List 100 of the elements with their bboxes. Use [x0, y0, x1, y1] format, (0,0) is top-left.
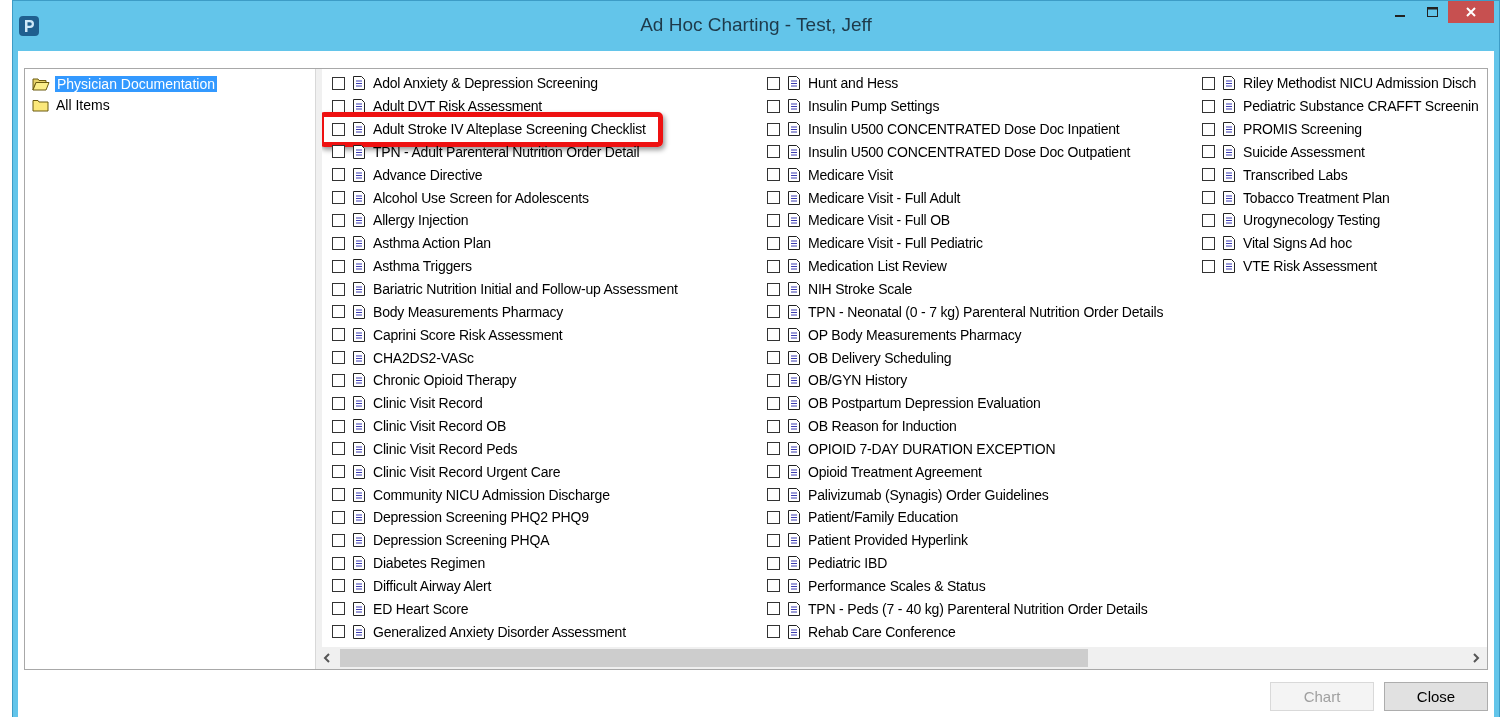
checkbox[interactable] — [332, 556, 345, 570]
form-name[interactable]: Body Measurements Pharmacy — [373, 303, 564, 320]
checkbox[interactable] — [1202, 122, 1215, 136]
checkbox[interactable] — [332, 602, 345, 616]
form-name[interactable]: OB Reason for Induction — [808, 418, 957, 435]
scroll-left-icon[interactable] — [323, 653, 331, 663]
form-name[interactable]: Allergy Injection — [373, 212, 469, 229]
form-name[interactable]: Alcohol Use Screen for Adolescents — [373, 189, 589, 206]
form-name[interactable]: Advance Directive — [373, 166, 483, 183]
form-name[interactable]: OP Body Measurements Pharmacy — [808, 326, 1022, 343]
dialog-button[interactable]: Close — [1384, 682, 1488, 711]
form-name[interactable]: OB Delivery Scheduling — [808, 349, 952, 366]
form-name[interactable]: Clinic Visit Record — [373, 395, 483, 412]
checkbox[interactable] — [332, 533, 345, 547]
form-name[interactable]: TPN - Neonatal (0 - 7 kg) Parenteral Nutrition Order Details — [808, 303, 1164, 320]
checkbox[interactable] — [332, 396, 345, 410]
checkbox[interactable] — [1202, 236, 1215, 250]
form-name[interactable]: OB/GYN History — [808, 372, 908, 389]
form-name[interactable]: Asthma Triggers — [373, 258, 472, 275]
form-name[interactable]: Suicide Assessment — [1243, 143, 1365, 160]
form-name[interactable]: Adult Stroke IV Alteplase Screening Checklist — [373, 121, 646, 138]
form-name[interactable]: Transcribed Labs — [1243, 166, 1348, 183]
checkbox[interactable] — [332, 145, 345, 159]
checkbox[interactable] — [332, 214, 345, 227]
form-name[interactable]: Clinic Visit Record OB — [373, 418, 507, 435]
form-name[interactable]: Adult DVT Risk Assessment — [373, 98, 543, 115]
checkbox[interactable] — [767, 465, 780, 479]
form-name[interactable]: TPN - Peds (7 - 40 kg) Parenteral Nutrition Order Details — [808, 600, 1148, 617]
checkbox[interactable] — [332, 442, 345, 456]
close-button[interactable] — [1448, 1, 1494, 23]
form-name[interactable]: Patient/Family Education — [808, 509, 959, 526]
checkbox[interactable] — [767, 191, 780, 205]
checkbox[interactable] — [767, 556, 780, 570]
checkbox[interactable] — [1202, 168, 1215, 182]
form-name[interactable]: Bariatric Nutrition Initial and Follow-up Assessment — [373, 281, 678, 297]
checkbox[interactable] — [332, 579, 345, 593]
form-name[interactable]: Diabetes Regimen — [373, 555, 485, 572]
form-name[interactable]: Caprini Score Risk Assessment — [373, 326, 563, 343]
form-name[interactable]: Asthma Action Plan — [373, 235, 491, 252]
form-name[interactable]: Palivizumab (Synagis) Order Guidelines — [808, 486, 1049, 503]
form-name[interactable]: Vital Signs Ad hoc — [1243, 235, 1352, 252]
form-name[interactable]: Chronic Opioid Therapy — [373, 372, 517, 389]
form-name[interactable]: Insulin U500 CONCENTRATED Dose Doc Inpatient — [808, 121, 1120, 138]
form-name[interactable]: Insulin U500 CONCENTRATED Dose Doc Outpatient — [808, 143, 1131, 160]
checkbox[interactable] — [332, 419, 345, 433]
form-name[interactable]: Medication List Review — [808, 258, 947, 275]
form-name[interactable]: CHA2DS2-VASc — [373, 349, 474, 366]
scroll-right-icon[interactable] — [1472, 653, 1480, 663]
form-name[interactable]: Adol Anxiety & Depression Screening — [373, 75, 598, 92]
checkbox[interactable] — [332, 99, 345, 113]
checkbox[interactable] — [332, 259, 345, 273]
checkbox[interactable] — [332, 191, 345, 205]
checkbox[interactable] — [332, 625, 345, 639]
checkbox[interactable] — [332, 510, 345, 524]
checkbox[interactable] — [332, 76, 345, 90]
checkbox[interactable] — [767, 419, 780, 433]
form-name[interactable]: Riley Methodist NICU Admission Disch — [1243, 75, 1477, 92]
checkbox[interactable] — [767, 533, 780, 547]
checkbox[interactable] — [767, 259, 780, 273]
form-name[interactable]: Rehab Care Conference — [808, 623, 956, 640]
form-name[interactable]: Medicare Visit — [808, 166, 893, 183]
checkbox[interactable] — [1202, 259, 1215, 273]
checkbox[interactable] — [767, 305, 780, 319]
form-name[interactable]: Patient Provided Hyperlink — [808, 532, 968, 549]
checkbox[interactable] — [332, 465, 345, 479]
checkbox[interactable] — [767, 282, 780, 296]
checkbox[interactable] — [767, 602, 780, 616]
checkbox[interactable] — [767, 214, 780, 227]
form-name[interactable]: Pediatric Substance CRAFFT Screenin — [1243, 98, 1479, 115]
form-name[interactable]: Clinic Visit Record Urgent Care — [373, 463, 561, 480]
checkbox[interactable] — [1202, 99, 1215, 113]
checkbox[interactable] — [332, 328, 345, 342]
checkbox[interactable] — [767, 99, 780, 113]
form-name[interactable]: Community NICU Admission Discharge — [373, 486, 610, 503]
checkbox[interactable] — [1202, 76, 1215, 90]
checkbox[interactable] — [1202, 191, 1215, 205]
form-name[interactable]: ED Heart Score — [373, 600, 469, 617]
checkbox[interactable] — [767, 145, 780, 159]
checkbox[interactable] — [767, 168, 780, 182]
form-name[interactable]: Pediatric IBD — [808, 555, 888, 572]
checkbox[interactable] — [332, 488, 345, 502]
checkbox[interactable] — [767, 76, 780, 90]
form-name[interactable]: VTE Risk Assessment — [1243, 258, 1377, 275]
form-name[interactable]: OPIOID 7-DAY DURATION EXCEPTION — [808, 440, 1056, 457]
form-name[interactable]: Insulin Pump Settings — [808, 98, 940, 115]
checkbox[interactable] — [767, 579, 780, 593]
checkbox[interactable] — [767, 373, 780, 387]
checkbox[interactable] — [767, 122, 780, 136]
checkbox[interactable] — [767, 510, 780, 524]
form-name[interactable]: Hunt and Hess — [808, 75, 898, 92]
form-name[interactable]: Tobacco Treatment Plan — [1243, 189, 1390, 206]
checkbox[interactable] — [332, 168, 345, 182]
form-name[interactable]: TPN - Adult Parenteral Nutrition Order Detail — [373, 143, 640, 160]
form-name[interactable]: Depression Screening PHQ2 PHQ9 — [373, 509, 589, 526]
checkbox[interactable] — [332, 305, 345, 319]
form-name[interactable]: NIH Stroke Scale — [808, 281, 913, 297]
checkbox[interactable] — [767, 396, 780, 410]
form-name[interactable]: Performance Scales & Status — [808, 578, 986, 594]
checkbox[interactable] — [767, 442, 780, 456]
checkbox[interactable] — [332, 122, 345, 136]
